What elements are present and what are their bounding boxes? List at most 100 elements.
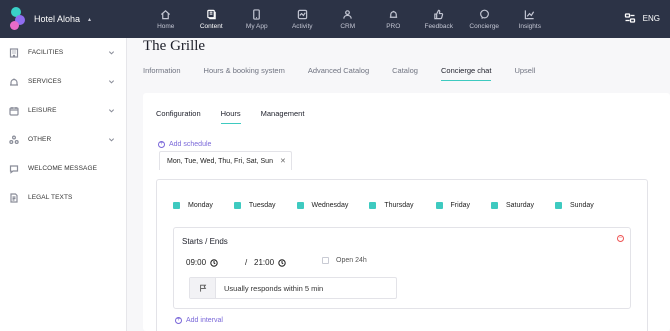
tab-information[interactable]: Information	[143, 66, 181, 81]
tab-upsell[interactable]: Upsell	[514, 66, 535, 81]
nav-pro[interactable]: PRO	[371, 0, 417, 38]
chevron-down-icon	[108, 80, 115, 84]
nav-concierge[interactable]: Concierge	[462, 0, 508, 38]
nav-crm[interactable]: CRM	[325, 0, 371, 38]
brand-logo	[9, 7, 27, 31]
close-icon[interactable]: ✕	[280, 157, 286, 165]
top-bar: Hotel Aloha ▴︎ Home Content My App Activ…	[0, 0, 670, 38]
nav-label: CRM	[340, 22, 356, 30]
chevron-down-icon	[108, 138, 115, 142]
plus-circle-icon: +	[175, 317, 182, 324]
chart-icon	[525, 9, 535, 19]
chat-icon	[479, 9, 489, 19]
document-icon	[10, 192, 18, 203]
nav-activity[interactable]: Activity	[280, 0, 326, 38]
content-icon	[206, 9, 216, 19]
hotel-name: Hotel Aloha	[34, 14, 81, 24]
nav-label: My App	[245, 22, 268, 30]
day-checkboxes: Monday Tuesday Wednesday Thursday Friday…	[173, 202, 594, 209]
building-icon	[9, 47, 19, 58]
calendar-icon	[9, 106, 19, 116]
add-schedule-label: Add schedule	[169, 141, 212, 148]
end-time-input[interactable]: 21:00	[254, 258, 286, 267]
sidebar-item-label: LEGAL TEXTS	[28, 194, 73, 201]
clock-icon	[210, 258, 218, 267]
day-label: Sunday	[570, 202, 594, 209]
home-icon	[161, 9, 171, 19]
nav-feedback[interactable]: Feedback	[416, 0, 462, 38]
tab-catalog[interactable]: Catalog	[392, 66, 418, 81]
subtab-management[interactable]: Management	[261, 109, 305, 124]
sidebar-item-label: WELCOME MESSAGE	[28, 165, 98, 172]
section-tabs: Information Hours & booking system Advan…	[143, 66, 558, 81]
subtab-hours[interactable]: Hours	[220, 109, 241, 124]
schedule-tab-label: Mon, Tue, Wed, Thu, Fri, Sat, Sun	[167, 157, 273, 165]
language-selector[interactable]: ENG	[643, 14, 660, 23]
sidebar-item-label: LEISURE	[28, 107, 57, 114]
checkbox-unchecked[interactable]	[322, 257, 329, 264]
day-wednesday[interactable]: Wednesday	[296, 202, 348, 209]
open-24h-label: Open 24h	[336, 257, 367, 264]
day-saturday[interactable]: Saturday	[490, 202, 535, 209]
day-label: Saturday	[505, 202, 535, 209]
sidebar-item-services[interactable]: SERVICES	[0, 67, 126, 96]
start-time-value: 09:00	[186, 258, 207, 267]
schedule-tab[interactable]: Mon, Tue, Wed, Thu, Fri, Sat, Sun ✕	[159, 151, 292, 170]
nav-label: Insights	[518, 22, 541, 30]
subtab-configuration[interactable]: Configuration	[156, 109, 201, 124]
day-label: Friday	[450, 202, 470, 209]
checkbox-checked[interactable]	[555, 202, 563, 209]
plus-circle-icon: +	[158, 141, 165, 148]
flag-icon	[199, 284, 206, 292]
day-sunday[interactable]: Sunday	[555, 202, 594, 209]
checkbox-checked[interactable]	[369, 202, 377, 209]
day-label: Thursday	[384, 202, 414, 209]
sidebar-item-facilities[interactable]: FACILITIES	[0, 38, 126, 67]
start-time-input[interactable]: 09:00	[186, 258, 218, 267]
flag-button[interactable]	[190, 278, 216, 298]
day-monday[interactable]: Monday	[173, 202, 213, 209]
hotel-selector[interactable]: Hotel Aloha ▴︎	[9, 6, 91, 32]
checkbox-checked[interactable]	[490, 202, 498, 209]
tab-advanced-catalog[interactable]: Advanced Catalog	[308, 66, 369, 81]
sidebar-item-label: SERVICES	[28, 78, 62, 85]
nav-my-app[interactable]: My App	[234, 0, 280, 38]
checkbox-checked[interactable]	[173, 202, 180, 209]
sidebar-item-other[interactable]: OTHER	[0, 125, 126, 154]
day-tuesday[interactable]: Tuesday	[233, 202, 276, 209]
sidebar-item-label: FACILITIES	[28, 49, 64, 56]
time-interval-box: Starts / Ends − 09:00 / 21:00 Open 24h U…	[173, 227, 631, 309]
nav-label: PRO	[386, 22, 401, 30]
checkbox-checked[interactable]	[233, 202, 241, 209]
tab-hours-booking[interactable]: Hours & booking system	[204, 66, 285, 81]
nav-home[interactable]: Home	[143, 0, 189, 38]
content-card: Configuration Hours Management + Add sch…	[143, 93, 670, 331]
add-interval-label: Add interval	[186, 317, 223, 324]
main-nav: Home Content My App Activity CRM PRO Fee…	[143, 0, 553, 38]
nav-label: Content	[199, 22, 223, 30]
dots-icon	[9, 135, 19, 144]
checkbox-checked[interactable]	[435, 202, 443, 209]
day-thursday[interactable]: Thursday	[369, 202, 414, 209]
remove-interval-icon[interactable]: −	[617, 235, 624, 242]
nav-label: Concierge	[469, 22, 500, 30]
tab-concierge-chat[interactable]: Concierge chat	[440, 66, 492, 81]
sidebar-item-legal-texts[interactable]: LEGAL TEXTS	[0, 183, 126, 212]
end-time-value: 21:00	[254, 258, 275, 267]
open-24h-toggle[interactable]: Open 24h	[322, 257, 367, 264]
day-friday[interactable]: Friday	[435, 202, 470, 209]
nav-label: Activity	[291, 22, 313, 30]
checkbox-checked[interactable]	[296, 202, 304, 209]
response-time-field[interactable]: Usually responds within 5 min	[189, 277, 397, 299]
phone-icon	[253, 8, 261, 20]
top-right-controls: ENG	[624, 12, 660, 24]
settings-sliders-icon[interactable]	[624, 12, 636, 24]
nav-content[interactable]: Content	[189, 0, 235, 38]
add-interval-button[interactable]: + Add interval	[175, 317, 223, 324]
sidebar-item-welcome-message[interactable]: WELCOME MESSAGE	[0, 154, 126, 183]
sidebar-item-leisure[interactable]: LEISURE	[0, 96, 126, 125]
users-icon	[343, 9, 353, 19]
nav-insights[interactable]: Insights	[507, 0, 553, 38]
nav-label: Feedback	[424, 22, 454, 30]
add-schedule-button[interactable]: + Add schedule	[158, 141, 211, 148]
